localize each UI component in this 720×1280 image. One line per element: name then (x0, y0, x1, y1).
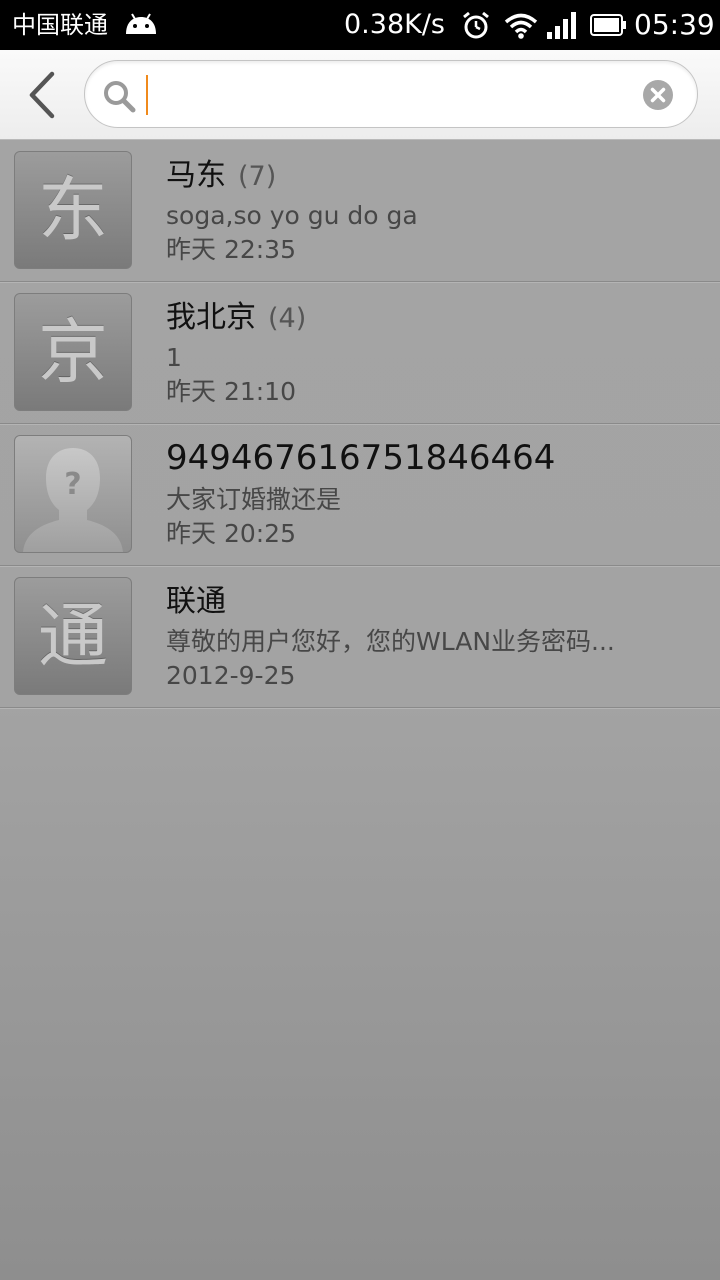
contact-name: 马东 (7) (166, 156, 276, 197)
message-snippet: 尊敬的用户您好，您的WLAN业务密码... (166, 627, 615, 656)
status-bar: 中国联通 0.38K/s 05:39 (0, 0, 720, 50)
conversation-item[interactable]: ? 949467616751846464 大家订婚撒还是 昨天 20:25 (0, 424, 720, 566)
conversation-item[interactable]: 东 马东 (7) soga,so yo gu do ga 昨天 22:35 (0, 140, 720, 282)
battery-icon (590, 14, 626, 36)
avatar[interactable]: 通 (14, 577, 132, 695)
wifi-icon (504, 13, 538, 39)
search-icon (104, 81, 136, 113)
back-button[interactable] (20, 68, 64, 122)
signal-icon (547, 12, 576, 39)
text-cursor (146, 75, 148, 115)
contact-name: 949467616751846464 (166, 438, 567, 481)
search-header (0, 50, 720, 140)
conversation-list: 东 马东 (7) soga,so yo gu do ga 昨天 22:35 京 我… (0, 140, 720, 708)
message-snippet: 大家订婚撒还是 (166, 485, 342, 514)
alarm-icon (463, 11, 489, 39)
network-speed: 0.38K/s (344, 9, 445, 40)
unknown-contact-icon: ? (23, 448, 123, 552)
message-count: (4) (268, 303, 307, 334)
message-time: 昨天 21:10 (166, 377, 296, 406)
svg-text:?: ? (64, 467, 81, 502)
message-snippet: 1 (166, 343, 182, 372)
carrier-label: 中国联通 (12, 11, 108, 39)
conversation-item[interactable]: 京 我北京 (4) 1 昨天 21:10 (0, 282, 720, 424)
conversation-item[interactable]: 通 联通 尊敬的用户您好，您的WLAN业务密码... 2012-9-25 (0, 566, 720, 708)
message-count: (7) (238, 161, 277, 192)
avatar-initial: 通 (38, 595, 108, 677)
avatar-initial: 东 (38, 169, 108, 251)
avatar[interactable]: 京 (14, 293, 132, 411)
contact-name-text: 我北京 (166, 300, 256, 335)
message-time: 昨天 22:35 (166, 235, 296, 264)
search-box[interactable] (84, 60, 698, 128)
contact-name-text: 949467616751846464 (166, 438, 556, 478)
contact-name: 联通 (166, 582, 238, 623)
contact-name-text: 马东 (166, 158, 226, 193)
contact-name-text: 联通 (166, 584, 226, 619)
avatar-initial: 京 (38, 311, 108, 393)
android-icon (126, 13, 156, 34)
message-snippet: soga,so yo gu do ga (166, 201, 418, 230)
avatar[interactable]: ? (14, 435, 132, 553)
search-input[interactable] (145, 73, 625, 117)
avatar[interactable]: 东 (14, 151, 132, 269)
clock: 05:39 (634, 8, 715, 41)
contact-name: 我北京 (4) (166, 298, 306, 339)
message-time: 2012-9-25 (166, 661, 296, 690)
message-time: 昨天 20:25 (166, 519, 296, 548)
clear-search-button[interactable] (642, 79, 674, 111)
